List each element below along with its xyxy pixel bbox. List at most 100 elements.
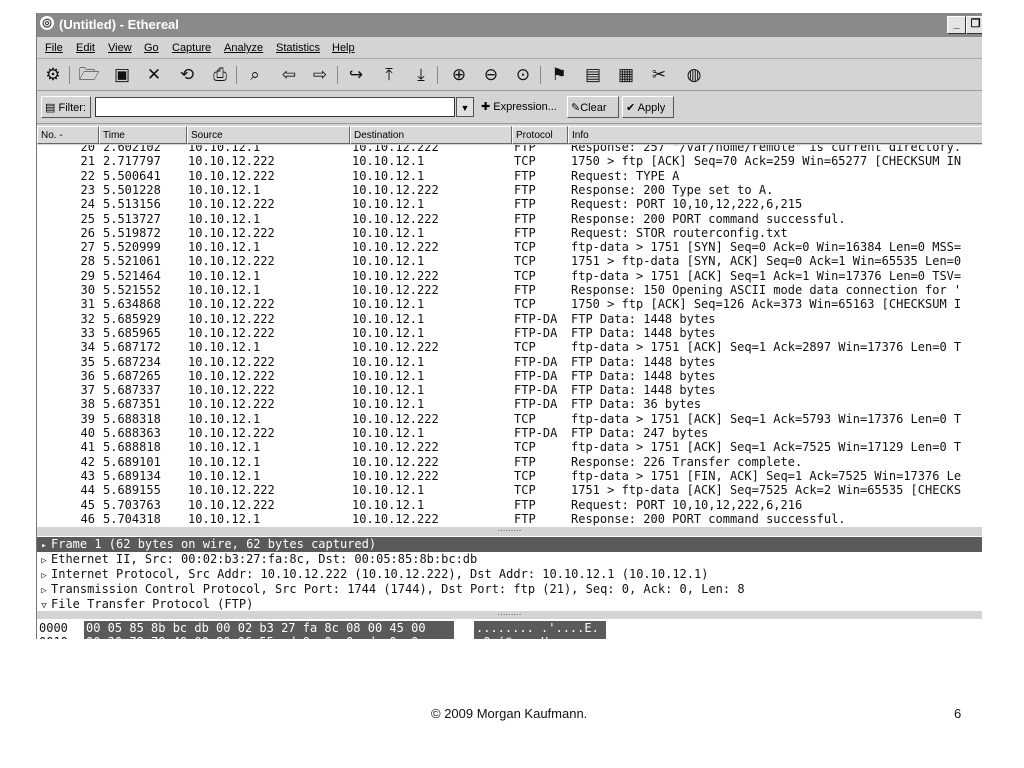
cell-info: FTP Data: 247 bytes [571,426,709,440]
packet-row[interactable]: 29 5.521464 10.10.12.1 10.10.12.222 TCP ftp-d… [37,269,982,283]
menu-help[interactable]: Help [332,42,355,54]
reload-icon[interactable]: ⟲ [175,63,199,87]
forward-icon[interactable]: ⇨ [308,63,332,87]
packet-row[interactable]: 22 5.500641 10.10.12.222 10.10.12.1 FTP Reque… [37,169,982,183]
go-to-packet-icon[interactable]: ↪ [344,63,368,87]
restore-button[interactable]: ❐ [966,16,982,34]
last-packet-icon[interactable]: ⤓ [409,63,433,87]
packet-row[interactable]: 27 5.520999 10.10.12.1 10.10.12.222 TCP ftp-d… [37,240,982,254]
back-icon[interactable]: ⇦ [277,63,301,87]
filter-input[interactable] [95,97,455,117]
hex-ascii: ........ .'....E. [474,621,606,635]
packet-row[interactable]: 46 5.704318 10.10.12.1 10.10.12.222 FTP Respo… [37,512,982,526]
expression-button[interactable]: ✚ Expression... [478,96,564,118]
cell-source: 10.10.12.1 [188,182,261,197]
cell-source: 10.10.12.222 [188,497,275,512]
display-filter-icon[interactable]: ▤ [581,63,605,87]
expand-toggle-icon[interactable]: ▽ [37,599,51,611]
detail-tree-item[interactable]: ▷ Ethernet II, Src: 00:02:b3:27:fa:8c, Ds… [37,552,982,567]
column-header-protocol[interactable]: Protocol [512,126,568,144]
detail-text: Internet Protocol, Src Addr: 10.10.12.22… [51,567,709,581]
filter-dropdown-chevron-down-icon[interactable]: ▼ [456,97,474,117]
hex-row[interactable]: 0000 00 05 85 8b bc db 00 02 b3 27 fa 8c … [37,621,982,635]
capture-filter-icon[interactable]: ⚑ [547,63,571,87]
menu-view[interactable]: View [108,42,132,54]
zoom-in-icon[interactable]: ⊕ [447,63,471,87]
column-header-destination[interactable]: Destination [350,126,512,144]
open-icon[interactable]: 🗁 [77,63,101,87]
find-packet-icon[interactable]: ⌕ [243,63,267,87]
packet-row[interactable]: 37 5.687337 10.10.12.222 10.10.12.1 FTP-DA FT… [37,383,982,397]
packet-row[interactable]: 33 5.685965 10.10.12.222 10.10.12.1 FTP-DA FT… [37,326,982,340]
packet-row[interactable]: 44 5.689155 10.10.12.222 10.10.12.1 TCP 1751 … [37,483,982,497]
cell-info: 1750 > ftp [ACK] Seq=126 Ack=373 Win=651… [571,297,962,312]
packet-row[interactable]: 32 5.685929 10.10.12.222 10.10.12.1 FTP-DA FT… [37,312,982,326]
packet-row[interactable]: 20 2.602102 10.10.12.1 10.10.12.222 FTP Respo… [37,145,982,154]
cell-no: 39 [80,411,95,426]
cell-info: 1751 > ftp-data [SYN, ACK] Seq=0 Ack=1 W… [571,254,962,269]
preferences-icon[interactable]: ✂ [647,63,671,87]
menu-file[interactable]: File [45,42,63,54]
filter-button[interactable]: ▤ Filter: [41,96,91,118]
cell-time: 5.634868 [103,297,161,312]
cell-time: 5.688818 [103,440,161,455]
cell-no: 41 [80,440,95,455]
packet-row[interactable]: 38 5.687351 10.10.12.222 10.10.12.1 FTP-DA FT… [37,397,982,411]
clear-button[interactable]: ✎Clear [567,96,619,118]
close-icon[interactable]: ✕ [142,63,166,87]
first-packet-icon[interactable]: ⤒ [377,63,401,87]
packet-row[interactable]: 41 5.688818 10.10.12.1 10.10.12.222 TCP ftp-d… [37,440,982,454]
menu-go[interactable]: Go [144,42,159,54]
menu-capture[interactable]: Capture [172,42,211,54]
cell-protocol: FTP-DA [514,368,558,383]
main-toolbar: ⚙ 🗁 ▣ ✕ ⟲ ⎙ ⌕ ⇦ ⇨ ↪ ⤒ ⤓ ⊕ ⊖ ⊙ ⚑ ▤ ▦ ✂ ◍ [37,60,982,91]
packet-row[interactable]: 30 5.521552 10.10.12.1 10.10.12.222 FTP Respo… [37,283,982,297]
column-header-info[interactable]: Info [568,126,982,144]
packet-row[interactable]: 25 5.513727 10.10.12.1 10.10.12.222 FTP Respo… [37,212,982,226]
zoom-normal-icon[interactable]: ⊙ [511,63,535,87]
detail-tree-item[interactable]: ▷ Internet Protocol, Src Addr: 10.10.12.2… [37,567,982,582]
packet-row[interactable]: 24 5.513156 10.10.12.222 10.10.12.1 FTP Reque… [37,197,982,211]
packet-row[interactable]: 21 2.717797 10.10.12.222 10.10.12.1 TCP 1750 … [37,154,982,168]
packet-row[interactable]: 28 5.521061 10.10.12.222 10.10.12.1 TCP 1751 … [37,254,982,268]
packet-row[interactable]: 40 5.688363 10.10.12.222 10.10.12.1 FTP-DA FT… [37,426,982,440]
cell-info: Response: 226 Transfer complete. [571,454,803,469]
copyright-notice: © 2009 Morgan Kaufmann. [431,706,588,721]
cell-destination: 10.10.12.222 [352,468,439,483]
cell-protocol: TCP [514,340,536,355]
packet-row[interactable]: 45 5.703763 10.10.12.222 10.10.12.1 FTP Reque… [37,498,982,512]
packet-row[interactable]: 26 5.519872 10.10.12.222 10.10.12.1 FTP Reque… [37,226,982,240]
packet-row[interactable]: 39 5.688318 10.10.12.1 10.10.12.222 TCP ftp-d… [37,412,982,426]
coloring-rules-icon[interactable]: ▦ [614,63,638,87]
packet-row[interactable]: 35 5.687234 10.10.12.222 10.10.12.1 FTP-DA FT… [37,355,982,369]
packet-row[interactable]: 42 5.689101 10.10.12.1 10.10.12.222 FTP Respo… [37,455,982,469]
packet-row[interactable]: 36 5.687265 10.10.12.222 10.10.12.1 FTP-DA FT… [37,369,982,383]
detail-tree-item[interactable]: ▸ Frame 1 (62 bytes on wire, 62 bytes cap… [37,537,982,552]
help-icon[interactable]: ◍ [682,63,706,87]
packet-row[interactable]: 23 5.501228 10.10.12.1 10.10.12.222 FTP Respo… [37,183,982,197]
menu-statistics[interactable]: Statistics [276,42,320,54]
column-header-no[interactable]: No. - [37,126,99,144]
detail-tree-item[interactable]: ▽ File Transfer Protocol (FTP) [37,597,982,611]
packet-row[interactable]: 43 5.689134 10.10.12.1 10.10.12.222 TCP ftp-d… [37,469,982,483]
cell-destination: 10.10.12.1 [352,354,425,369]
column-header-time[interactable]: Time [99,126,187,144]
packet-row[interactable]: 34 5.687172 10.10.12.1 10.10.12.222 TCP ftp-d… [37,340,982,354]
pane-splitter[interactable]: ⋯⋯⋯ [37,527,982,536]
save-icon[interactable]: ▣ [110,63,134,87]
cell-no: 31 [80,297,95,312]
menu-edit[interactable]: Edit [76,42,95,54]
menu-analyze[interactable]: Analyze [224,42,263,54]
apply-button[interactable]: ✔ Apply [622,96,674,118]
interfaces-icon[interactable]: ⚙ [41,63,65,87]
print-icon[interactable]: ⎙ [208,63,232,87]
cell-source: 10.10.12.222 [188,311,275,326]
column-header-source[interactable]: Source [187,126,350,144]
packet-row[interactable]: 31 5.634868 10.10.12.222 10.10.12.1 TCP 1750 … [37,297,982,311]
cell-protocol: FTP [514,197,536,212]
detail-tree-item[interactable]: ▷ Transmission Control Protocol, Src Port… [37,582,982,597]
zoom-out-icon[interactable]: ⊖ [479,63,503,87]
minimize-button[interactable]: _ [947,16,966,34]
checkmark-icon: ✔ [626,102,636,114]
hex-row[interactable]: 0010 00 30 78 78 40 00 80 06 55 ad 0a 0a … [37,635,982,639]
